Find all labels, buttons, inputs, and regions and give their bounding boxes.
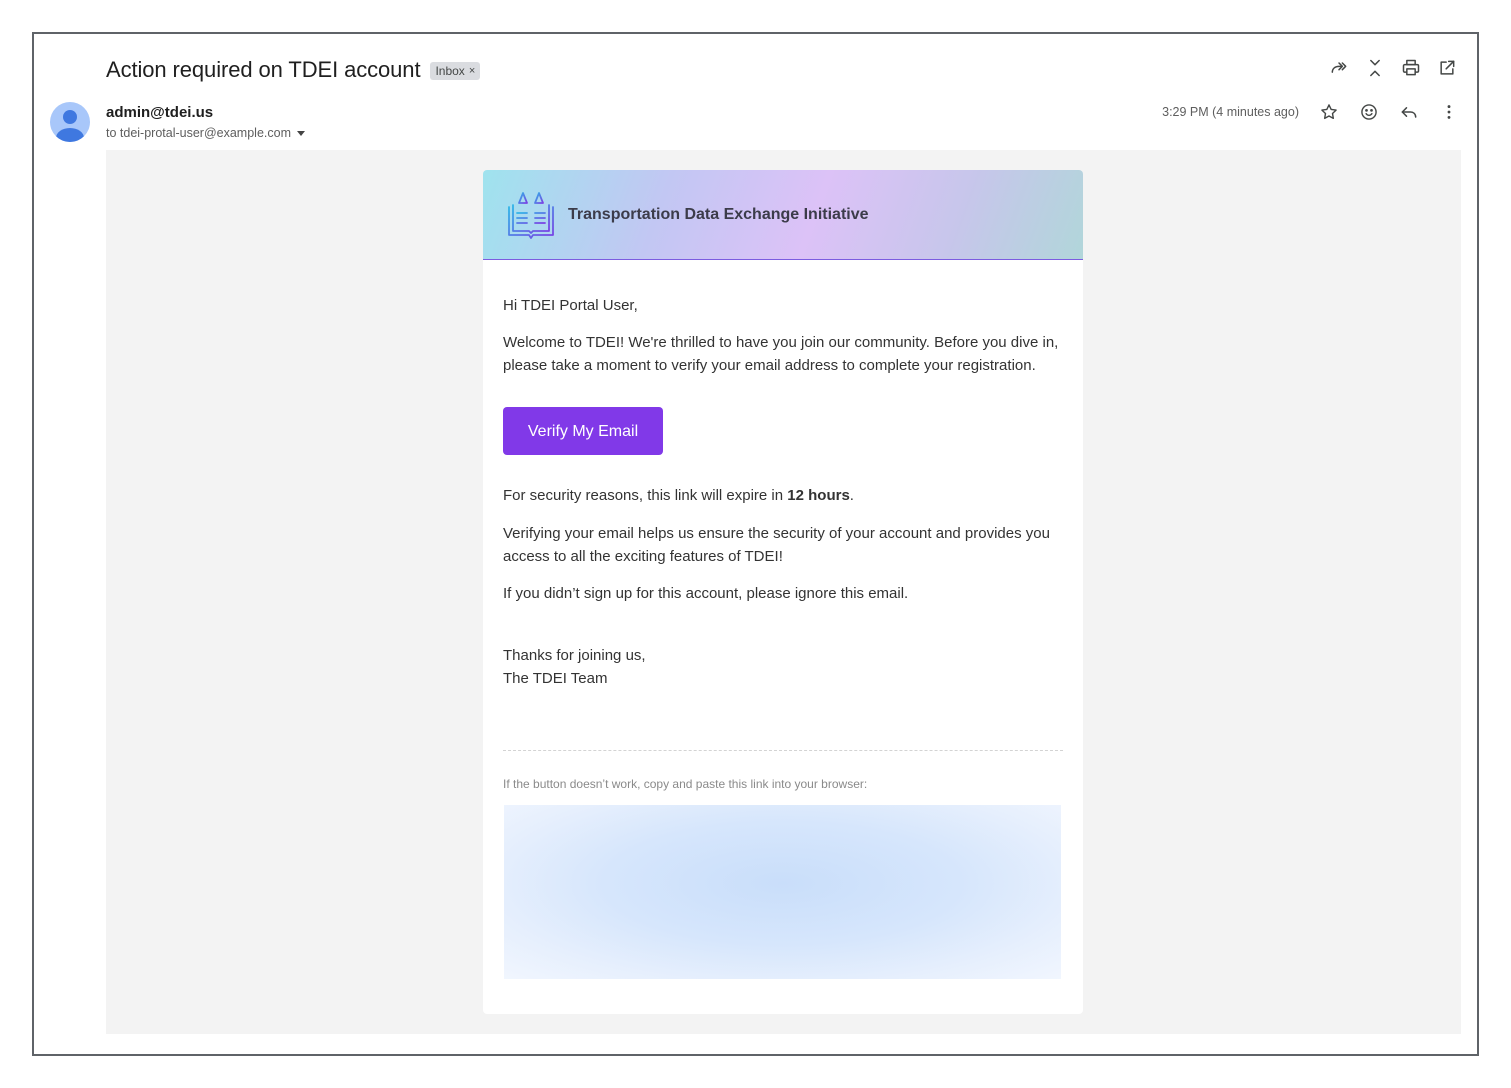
- collapse-icon[interactable]: [1363, 56, 1387, 80]
- remove-label-icon[interactable]: ×: [469, 65, 475, 77]
- card-header: Transportation Data Exchange Initiative: [483, 170, 1083, 260]
- benefit-paragraph: Verifying your email helps us ensure the…: [503, 525, 1050, 565]
- star-icon[interactable]: [1317, 100, 1341, 124]
- recipient-text: to tdei-protal-user@example.com: [106, 126, 291, 140]
- expiry-paragraph: For security reasons, this link will exp…: [503, 484, 1063, 507]
- thread-actions: [1327, 56, 1459, 80]
- expiry-suffix: .: [849, 487, 854, 504]
- verify-email-button[interactable]: Verify My Email: [503, 407, 663, 455]
- greeting: Hi TDEI Portal User,: [503, 297, 638, 314]
- print-icon[interactable]: [1399, 56, 1423, 80]
- email-window: Action required on TDEI account Inbox ×: [32, 32, 1479, 1056]
- show-details-icon[interactable]: [297, 130, 305, 136]
- welcome-paragraph: Welcome to TDEI! We're thrilled to have …: [503, 334, 1059, 374]
- email-subject: Action required on TDEI account: [106, 57, 421, 82]
- sender-avatar[interactable]: [50, 102, 90, 142]
- org-name: Transportation Data Exchange Initiative: [568, 205, 869, 223]
- signoff-line-1: Thanks for joining us,: [503, 647, 646, 664]
- more-vert-icon[interactable]: [1437, 100, 1461, 124]
- inbox-label-chip[interactable]: Inbox ×: [430, 62, 481, 80]
- email-body: Transportation Data Exchange Initiative …: [106, 150, 1461, 1034]
- emoji-icon[interactable]: [1357, 100, 1381, 124]
- message-meta: 3:29 PM (4 minutes ago): [1162, 100, 1461, 124]
- timestamp: 3:29 PM (4 minutes ago): [1162, 105, 1299, 119]
- label-text: Inbox: [435, 64, 465, 78]
- recipient-line: to tdei-protal-user@example.com: [106, 126, 305, 140]
- email-card: Transportation Data Exchange Initiative …: [483, 170, 1083, 1014]
- person-icon: [56, 110, 84, 142]
- tdei-logo-icon: [508, 191, 554, 239]
- signoff-line-2: The TDEI Team: [503, 670, 608, 687]
- subject-row: Action required on TDEI account Inbox ×: [106, 54, 481, 86]
- forward-all-icon[interactable]: [1327, 56, 1351, 80]
- redacted-link-box: [504, 805, 1061, 979]
- reply-icon[interactable]: [1397, 100, 1421, 124]
- sender-name[interactable]: admin@tdei.us: [106, 104, 213, 121]
- footer-divider: [503, 750, 1063, 751]
- expiry-value: 12 hours: [787, 487, 850, 504]
- open-new-window-icon[interactable]: [1435, 56, 1459, 80]
- ignore-paragraph: If you didn’t sign up for this account, …: [503, 585, 909, 602]
- expiry-prefix: For security reasons, this link will exp…: [503, 487, 788, 504]
- fallback-note: If the button doesn’t work, copy and pas…: [503, 777, 868, 791]
